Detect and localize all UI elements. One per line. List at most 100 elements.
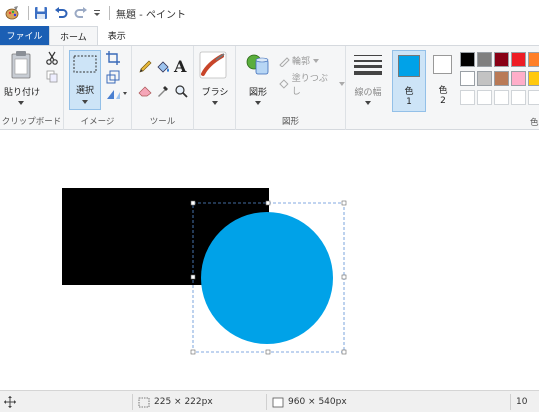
brush-label: ブラシ xyxy=(201,88,229,98)
selection-handle[interactable] xyxy=(341,200,347,206)
palette-swatch[interactable] xyxy=(477,90,492,105)
shapes-group: 図形 輪郭 塗りつぶし 図形 xyxy=(236,46,346,130)
copy-icon[interactable] xyxy=(46,70,58,86)
pencil-icon[interactable] xyxy=(138,60,152,77)
selection-handle[interactable] xyxy=(190,274,196,280)
size-dropdown-arrow-icon xyxy=(365,98,371,108)
separator xyxy=(266,394,267,410)
tab-file[interactable]: ファイル xyxy=(0,26,49,45)
brush-button[interactable]: ブラシ xyxy=(198,50,232,110)
selection-handle[interactable] xyxy=(190,200,196,206)
drawing-canvas-area[interactable] xyxy=(0,130,539,390)
separator xyxy=(28,6,29,20)
fill-dropdown-arrow-icon xyxy=(339,82,345,86)
separator xyxy=(109,6,110,20)
save-icon[interactable] xyxy=(33,5,49,21)
customize-toolbar-icon[interactable] xyxy=(93,5,101,21)
selection-handle[interactable] xyxy=(341,349,347,355)
select-button[interactable]: 選択 xyxy=(69,50,101,110)
palette-swatch[interactable] xyxy=(494,71,509,86)
shapes-group-label: 図形 xyxy=(281,117,299,127)
outline-label: 輪郭 xyxy=(292,57,311,67)
move-cursor-icon xyxy=(4,396,16,408)
paint-app-icon[interactable] xyxy=(4,5,20,21)
color1-button[interactable]: 色 1 xyxy=(392,50,426,112)
image-group-label: イメージ xyxy=(80,117,115,127)
status-bar: 225 × 222px 960 × 540px 10 xyxy=(0,390,539,412)
window-title: 無題 - ペイント xyxy=(116,9,186,21)
selection-handle[interactable] xyxy=(265,200,271,206)
crop-icon[interactable] xyxy=(106,51,120,68)
palette-swatch[interactable] xyxy=(494,52,509,67)
tools-group: A ツール xyxy=(132,46,194,130)
fill-bucket-icon[interactable] xyxy=(156,60,170,77)
size-group: 線の幅 xyxy=(346,46,390,130)
size-button[interactable]: 線の幅 xyxy=(350,50,386,110)
selection-handle[interactable] xyxy=(190,349,196,355)
palette-swatch[interactable] xyxy=(511,71,526,86)
palette-swatch[interactable] xyxy=(511,52,526,67)
color2-swatch xyxy=(433,55,452,74)
cursor-position xyxy=(4,391,16,412)
undo-icon[interactable] xyxy=(53,5,69,21)
image-size-text: 960 × 540px xyxy=(288,397,347,407)
color-palette xyxy=(460,52,539,108)
cut-icon[interactable] xyxy=(46,51,58,68)
palette-swatch[interactable] xyxy=(460,90,475,105)
redo-icon[interactable] xyxy=(73,5,89,21)
select-icon xyxy=(73,55,97,73)
colors-group-label: 色 xyxy=(530,118,539,128)
outline-button[interactable]: 輪郭 xyxy=(278,54,320,67)
text-tool-icon[interactable]: A xyxy=(174,57,186,76)
paste-button[interactable]: 貼り付け xyxy=(4,50,40,108)
resize-icon[interactable] xyxy=(106,70,120,87)
palette-swatch[interactable] xyxy=(460,71,475,86)
outline-icon xyxy=(279,56,290,67)
color1-swatch xyxy=(398,55,420,77)
color2-label: 色 xyxy=(438,86,448,96)
ribbon-tabs: ファイル ホーム 表示 xyxy=(0,26,539,45)
selection-size: 225 × 222px xyxy=(138,391,213,412)
shapes-dropdown-arrow-icon xyxy=(255,98,261,108)
palette-swatch[interactable] xyxy=(528,90,539,105)
shapes-label: 図形 xyxy=(248,88,267,98)
palette-swatch[interactable] xyxy=(460,52,475,67)
palette-swatch[interactable] xyxy=(477,71,492,86)
color2-button[interactable]: 色 2 xyxy=(428,50,458,112)
zoom-level: 10 xyxy=(516,397,528,407)
outline-dropdown-arrow-icon xyxy=(313,58,320,63)
shapes-button[interactable]: 図形 xyxy=(240,50,276,110)
separator xyxy=(510,394,511,410)
eraser-icon[interactable] xyxy=(138,84,153,100)
fill-icon xyxy=(279,79,289,89)
tab-home[interactable]: ホーム xyxy=(49,26,98,45)
image-size-icon xyxy=(272,397,284,407)
palette-swatch[interactable] xyxy=(528,52,539,67)
brush-dropdown-arrow-icon xyxy=(212,98,218,108)
palette-swatch[interactable] xyxy=(528,71,539,86)
clipboard-group-label: クリップボード xyxy=(1,117,62,127)
paste-dropdown-arrow-icon xyxy=(18,98,24,108)
fill-button[interactable]: 塗りつぶし xyxy=(278,71,345,97)
selection-size-text: 225 × 222px xyxy=(154,397,213,407)
magnifier-icon[interactable] xyxy=(174,84,188,101)
image-size: 960 × 540px xyxy=(272,391,347,412)
selection-size-icon xyxy=(138,397,150,407)
rotate-icon[interactable] xyxy=(106,88,128,103)
color-picker-icon[interactable] xyxy=(156,84,170,101)
color1-label: 色 xyxy=(404,87,414,97)
selection-handle[interactable] xyxy=(341,274,347,280)
palette-swatch[interactable] xyxy=(477,52,492,67)
brushes-group: ブラシ xyxy=(194,46,236,130)
separator xyxy=(132,394,133,410)
palette-swatch[interactable] xyxy=(494,90,509,105)
line-width-icon xyxy=(354,55,382,75)
ribbon: 貼り付け クリップボード 選択 イメージ A ツール ブラシ 図形 輪郭 塗りつ… xyxy=(0,45,539,130)
blue-circle[interactable] xyxy=(201,212,333,344)
tab-view[interactable]: 表示 xyxy=(98,26,136,45)
brush-icon xyxy=(199,51,227,79)
color1-number: 1 xyxy=(406,97,412,107)
palette-swatch[interactable] xyxy=(511,90,526,105)
selection-handle[interactable] xyxy=(265,349,271,355)
drawing-canvas[interactable] xyxy=(0,130,539,390)
